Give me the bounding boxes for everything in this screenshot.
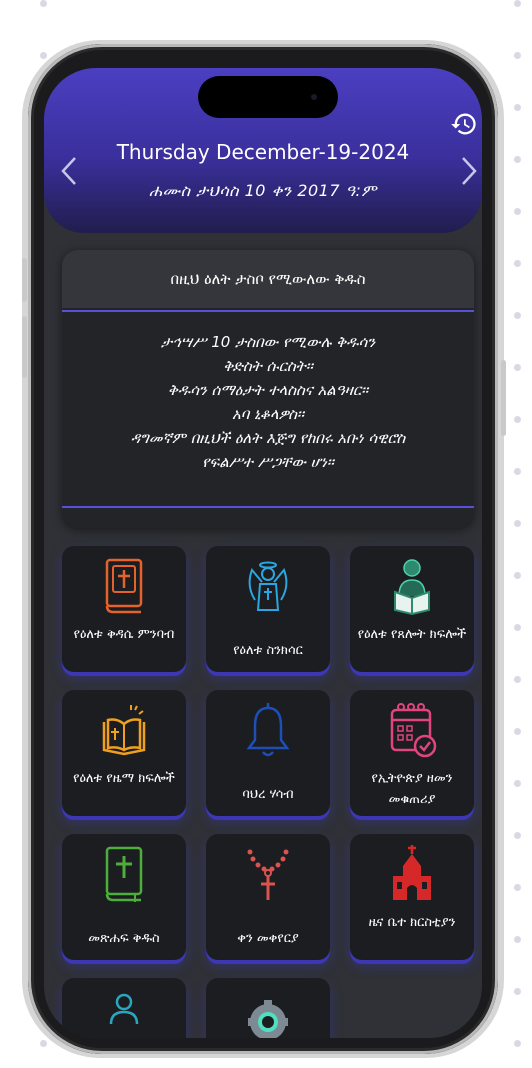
divider xyxy=(62,310,474,312)
person-icon xyxy=(109,993,139,1025)
gregorian-date: Thursday December-19-2024 xyxy=(116,140,410,164)
open-book-icon xyxy=(102,705,146,756)
tile-partial-person[interactable] xyxy=(62,978,186,1038)
decorative-dot xyxy=(40,0,47,7)
tile-settings[interactable] xyxy=(206,978,330,1038)
decorative-dot xyxy=(514,364,521,371)
decorative-dot xyxy=(514,156,521,163)
ethiopian-date: ሐሙስ ታህሳስ 10 ቀን 2017 ዓ:ም xyxy=(149,181,377,200)
tile-label: የዕለቱ የጸሎት ክፍሎች xyxy=(357,627,467,642)
tile-label: ባህረ ሃሳብ xyxy=(242,787,294,802)
decorative-dot xyxy=(514,728,521,735)
tile-daily-hymns[interactable]: የዕለቱ የዜማ ክፍሎች xyxy=(62,690,186,816)
church-icon xyxy=(393,845,431,900)
saints-line: አባ ኒቆላዎስ፡፡ xyxy=(231,405,305,423)
angel-icon xyxy=(248,561,288,611)
decorative-dot xyxy=(514,52,521,59)
decorative-dot xyxy=(514,780,521,787)
calendar-icon xyxy=(390,703,437,758)
decorative-dots-right xyxy=(514,0,522,1060)
history-icon[interactable] xyxy=(450,110,478,138)
decorative-dot xyxy=(514,208,521,215)
saints-line: ታኅሣሥ 10 ታስበው የሚውሉ ቅዱሳን xyxy=(160,333,376,351)
decorative-dot xyxy=(514,832,521,839)
dynamic-island xyxy=(198,76,338,118)
tile-bahire-hasab[interactable]: ባህረ ሃሳብ xyxy=(206,690,330,816)
decorative-dot xyxy=(514,676,521,683)
saints-line: ቅድስት ሱርስት፡፡ xyxy=(223,357,313,375)
tile-ethiopian-calendar[interactable]: የኢትዮጵያ ዘመን መቁጠሪያ xyxy=(350,690,474,816)
tile-label: ዜና ቤተ ክርስቲያን xyxy=(368,915,456,930)
holy-bible-icon xyxy=(105,846,143,902)
decorative-dot xyxy=(514,104,521,111)
divider xyxy=(62,506,474,508)
tile-church-news[interactable]: ዜና ቤተ ክርስቲያን xyxy=(350,834,474,960)
daily-saints-card: በዚህ ዕለት ታስቦ የሚውለው ቅዱስ ታኅሣሥ 10 ታስበው የሚውሉ … xyxy=(62,250,474,528)
tile-label: የኢትዮጵያ ዘመን መቁጠሪያ xyxy=(371,771,453,807)
tile-label: መጽሐፍ ቅዱስ xyxy=(88,931,160,946)
decorative-dot xyxy=(514,312,521,319)
decorative-dot xyxy=(514,884,521,891)
tile-daily-prayers[interactable]: የዕለቱ የጸሎት ክፍሎች xyxy=(350,546,474,672)
daily-saints-title: በዚህ ዕለት ታስቦ የሚውለው ቅዱስ xyxy=(62,250,474,308)
tile-daily-synaxarium[interactable]: የዕለቱ ስንክሳር xyxy=(206,546,330,672)
saints-line: ዳግመኛም በዚህች ዕለት እጅግ የከበሩ አቡነ ሳዊሮስ xyxy=(130,429,406,447)
decorative-dot xyxy=(514,624,521,631)
daily-saints-text: ታኅሣሥ 10 ታስበው የሚውሉ ቅዱሳን ቅድስት ሱርስት፡፡ ቅዱሳን … xyxy=(72,330,464,474)
bell-icon xyxy=(246,703,290,757)
power-button xyxy=(501,360,506,436)
tile-label: ቀን መቀየርያ xyxy=(237,931,299,946)
decorative-dot xyxy=(514,416,521,423)
decorative-dot xyxy=(514,572,521,579)
decorative-dot xyxy=(514,936,521,943)
tile-holy-bible[interactable]: መጽሐፍ ቅዱስ xyxy=(62,834,186,960)
saints-line: የፍልሥተ ሥጋቸው ሆነ፡፡ xyxy=(202,453,334,471)
rosary-cross-icon xyxy=(247,849,289,900)
gear-icon xyxy=(248,1000,288,1038)
decorative-dot xyxy=(514,988,521,995)
volume-button-down xyxy=(22,316,27,378)
tile-label: የዕለቱ የዜማ ክፍሎች xyxy=(73,771,175,786)
tile-label: የዕለቱ ቅዳሴ ምንባብ xyxy=(73,627,175,642)
reading-person-icon xyxy=(394,559,430,616)
app-screen: Thursday December-19-2024 ሐሙስ ታህሳስ 10 ቀን… xyxy=(44,68,482,1038)
tile-date-converter[interactable]: ቀን መቀየርያ xyxy=(206,834,330,960)
decorative-dot xyxy=(514,520,521,527)
decorative-dot xyxy=(514,1040,521,1047)
saints-line: ቅዱሳን ሰማዕታት ተላስስና አልዓዛር፡፡ xyxy=(167,381,369,399)
decorative-dot xyxy=(514,0,521,7)
decorative-dot xyxy=(514,468,521,475)
volume-button xyxy=(22,258,27,302)
decorative-dot xyxy=(40,52,47,59)
decorative-dot xyxy=(514,260,521,267)
tile-label: የዕለቱ ስንክሳር xyxy=(233,643,303,658)
bible-book-icon xyxy=(105,558,143,614)
tile-daily-mass-readings[interactable]: የዕለቱ ቅዳሴ ምንባብ xyxy=(62,546,186,672)
decorative-dot xyxy=(40,1040,47,1047)
